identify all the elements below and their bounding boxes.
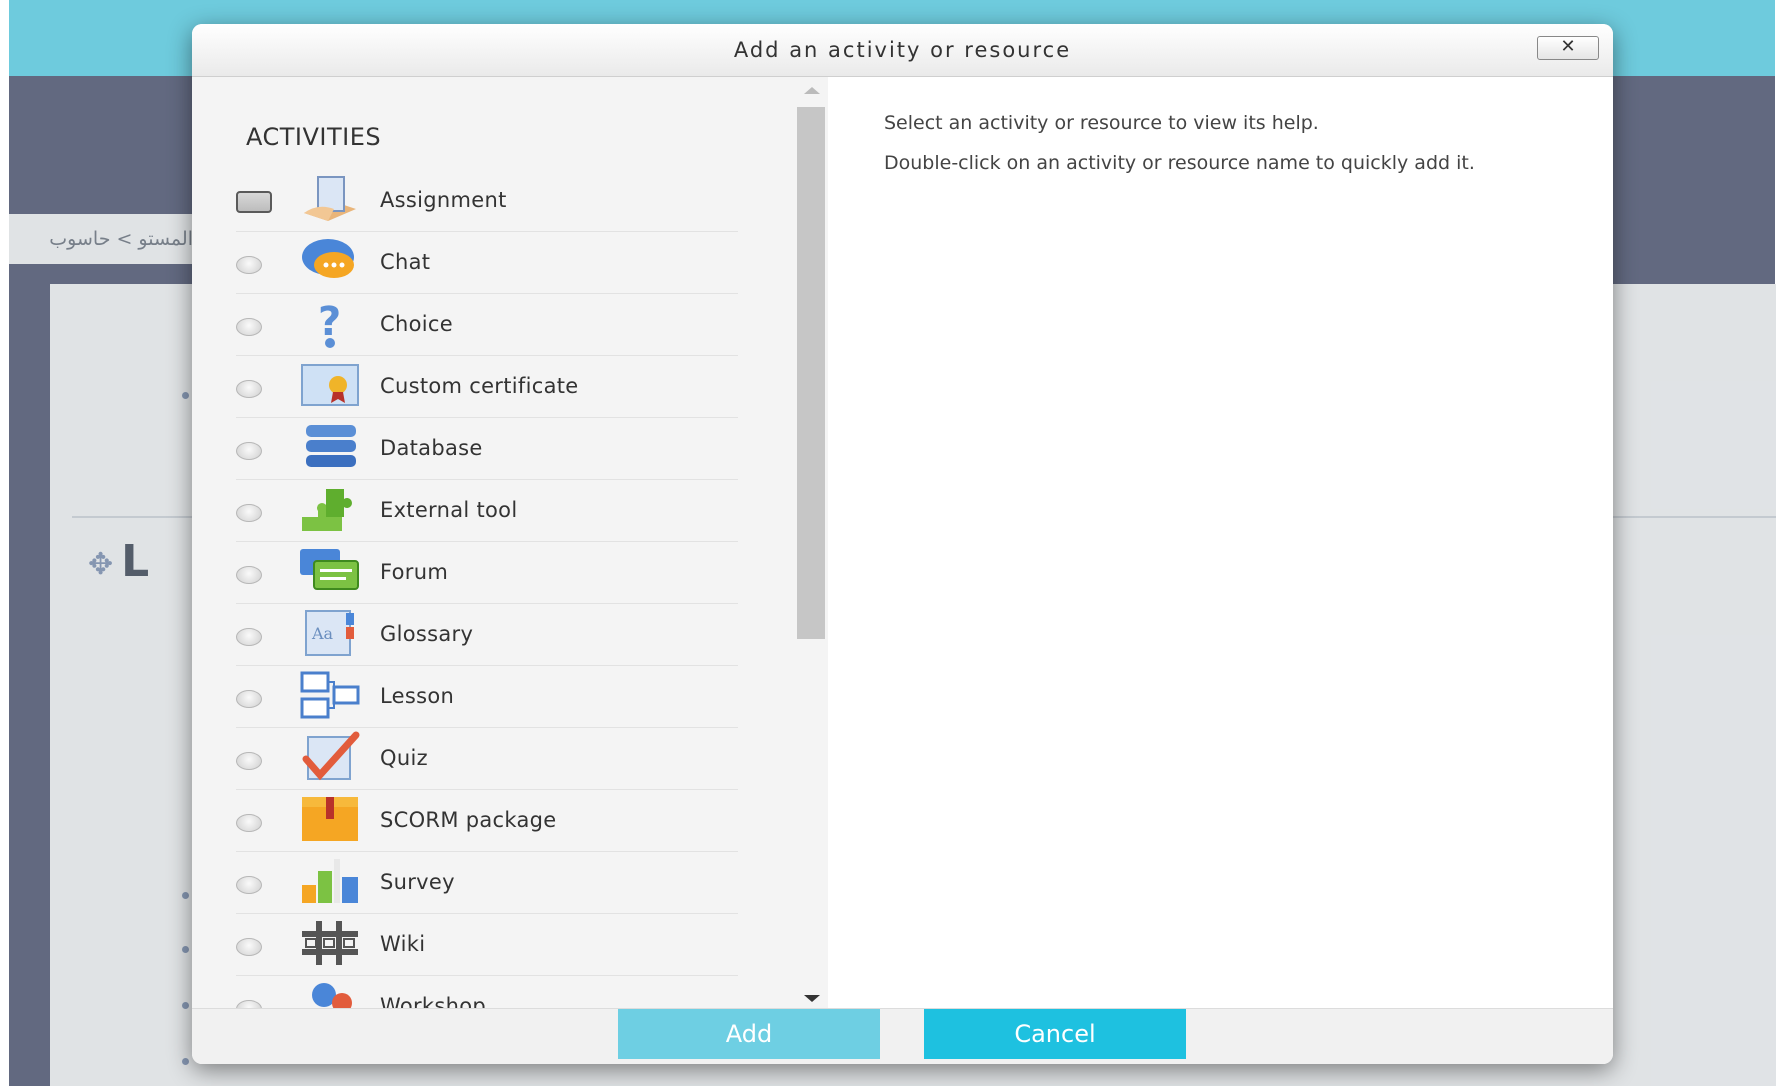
close-icon: ✕ — [1560, 36, 1576, 57]
radio-button[interactable] — [236, 380, 262, 398]
close-button[interactable]: ✕ — [1537, 36, 1599, 60]
help-pane: Select an activity or resource to view i… — [828, 77, 1613, 1008]
activity-option-glossary[interactable]: Aa Glossary — [236, 603, 738, 666]
dialog-header: Add an activity or resource ✕ — [192, 24, 1613, 77]
radio-button[interactable] — [236, 318, 262, 336]
add-button[interactable]: Add — [618, 1009, 880, 1059]
radio-button[interactable] — [236, 191, 272, 213]
activity-label: Lesson — [380, 684, 455, 708]
activity-label: SCORM package — [380, 808, 557, 832]
database-icon — [306, 425, 356, 467]
activity-option-scorm-package[interactable]: SCORM package — [236, 789, 738, 852]
activity-option-survey[interactable]: Survey — [236, 851, 738, 914]
activity-label: Choice — [380, 312, 453, 336]
activity-option-custom-certificate[interactable]: Custom certificate — [236, 355, 738, 418]
activity-label: Forum — [380, 560, 449, 584]
activity-label: Wiki — [380, 932, 426, 956]
activity-option-wiki[interactable]: Wiki — [236, 913, 738, 976]
scroll-down-icon[interactable] — [804, 995, 820, 1002]
radio-button[interactable] — [236, 256, 262, 274]
certificate-icon — [301, 364, 359, 406]
activity-label: External tool — [380, 498, 518, 522]
radio-button[interactable] — [236, 876, 262, 894]
activity-option-assignment[interactable]: Assignment — [236, 169, 738, 232]
activity-option-external-tool[interactable]: External tool — [236, 479, 738, 542]
scroll-thumb[interactable] — [797, 107, 825, 639]
workshop-icon — [312, 983, 352, 1008]
activity-label: Custom certificate — [380, 374, 579, 398]
add-activity-dialog: Add an activity or resource ✕ ACTIVITIES… — [192, 24, 1613, 1064]
activity-label: Glossary — [380, 622, 474, 646]
svg-text:Aa: Aa — [311, 624, 334, 643]
list-scrollbar[interactable] — [794, 87, 828, 1008]
activity-label: Assignment — [380, 188, 507, 212]
activity-option-lesson[interactable]: Lesson — [236, 665, 738, 728]
activity-label: Chat — [380, 250, 431, 274]
activities-heading: ACTIVITIES — [246, 123, 382, 151]
radio-button[interactable] — [236, 814, 262, 832]
activity-option-chat[interactable]: Chat — [236, 231, 738, 294]
radio-button[interactable] — [236, 690, 262, 708]
radio-button[interactable] — [236, 504, 262, 522]
chat-icon — [302, 239, 354, 278]
activity-option-quiz[interactable]: Quiz — [236, 727, 738, 790]
dialog-title: Add an activity or resource — [733, 38, 1072, 62]
help-line-1: Select an activity or resource to view i… — [884, 112, 1319, 134]
activity-option-database[interactable]: Database — [236, 417, 738, 480]
cancel-button[interactable]: Cancel — [924, 1009, 1186, 1059]
scorm-icon — [302, 797, 358, 841]
activity-option-workshop[interactable]: Workshop — [236, 975, 738, 1008]
activity-label: Survey — [380, 870, 455, 894]
radio-button[interactable] — [236, 938, 262, 956]
activity-list-pane[interactable]: ACTIVITIES Assignment Chat ? Choice Cust… — [192, 77, 828, 1008]
activity-label: Workshop — [380, 994, 487, 1008]
activity-option-forum[interactable]: Forum — [236, 541, 738, 604]
help-text: Select an activity or resource to view i… — [884, 103, 1524, 183]
radio-button[interactable] — [236, 442, 262, 460]
quiz-icon — [302, 731, 360, 781]
assignment-icon — [304, 176, 356, 221]
radio-button[interactable] — [236, 1000, 262, 1008]
wiki-icon — [302, 921, 358, 965]
forum-icon — [300, 549, 359, 590]
choice-icon: ? — [318, 299, 341, 348]
dialog-footer: Add Cancel — [192, 1008, 1613, 1064]
radio-button[interactable] — [236, 752, 262, 770]
scroll-up-icon[interactable] — [804, 87, 820, 94]
radio-button[interactable] — [236, 566, 262, 584]
external-tool-icon — [302, 489, 352, 531]
activity-option-choice[interactable]: ? Choice — [236, 293, 738, 356]
survey-icon — [302, 859, 358, 903]
glossary-icon: Aa — [305, 610, 354, 656]
activity-label: Quiz — [380, 746, 428, 770]
lesson-icon — [300, 671, 360, 719]
radio-button[interactable] — [236, 628, 262, 646]
help-line-2: Double-click on an activity or resource … — [884, 152, 1475, 174]
activity-label: Database — [380, 436, 483, 460]
